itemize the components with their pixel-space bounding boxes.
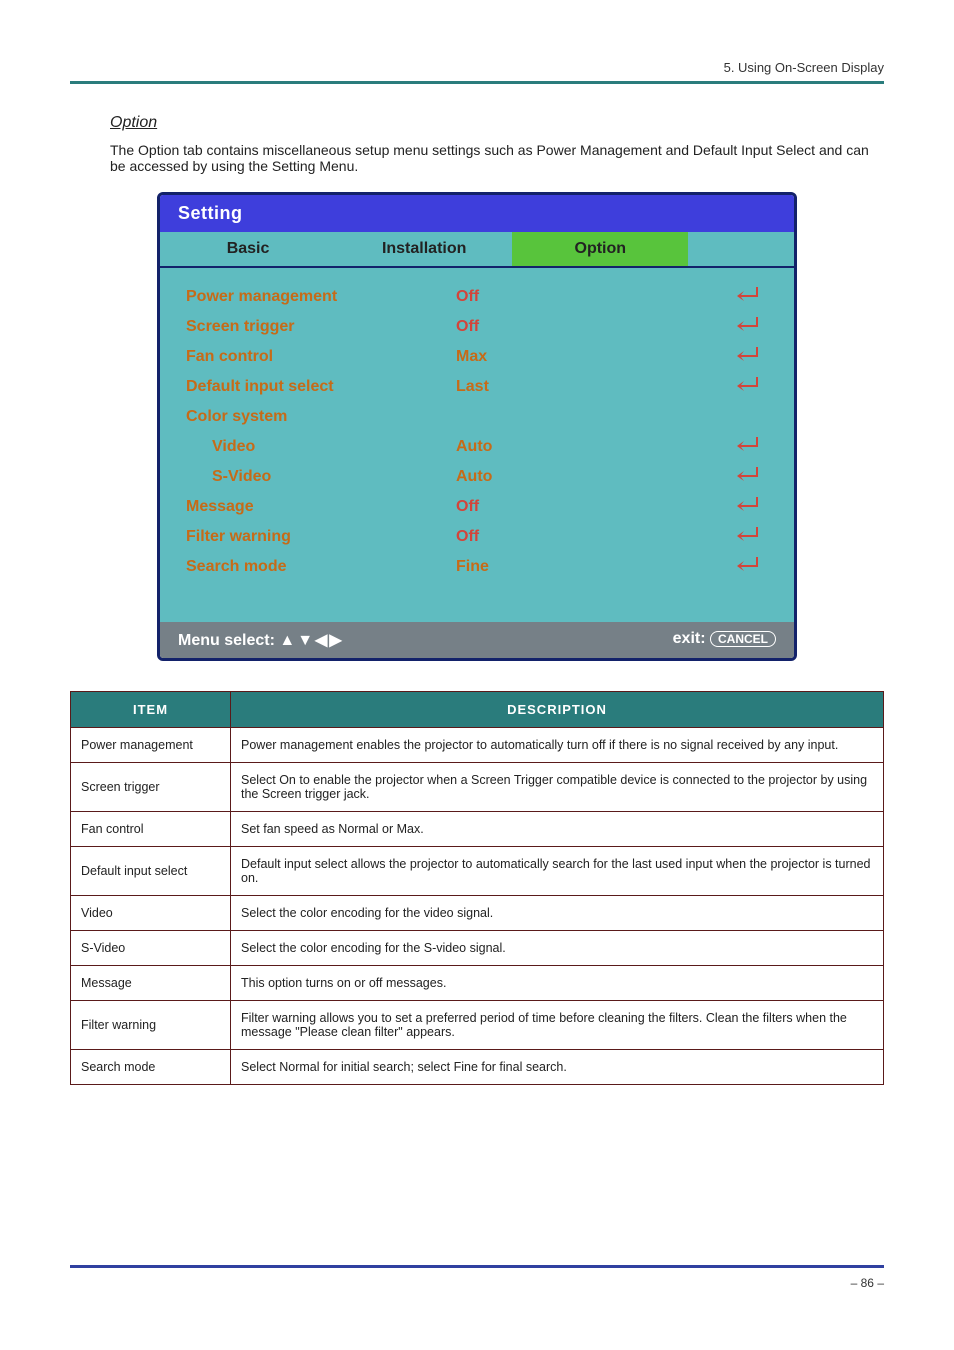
menu-item-message[interactable]: Message Off: [186, 492, 768, 522]
menu-item-svideo[interactable]: S-Video Auto: [186, 462, 768, 492]
menu-label: Message: [186, 498, 456, 516]
table-cell-item: Default input select: [71, 847, 231, 896]
enter-icon: [636, 495, 768, 519]
menu-value: Max: [456, 348, 636, 366]
enter-icon: [636, 555, 768, 579]
menu-label: Screen trigger: [186, 318, 456, 336]
osd-tabs: Basic Installation Option: [160, 232, 794, 268]
menu-value: Off: [456, 498, 636, 516]
table-cell-desc: Select On to enable the projector when a…: [231, 763, 884, 812]
menu-value: Auto: [456, 468, 636, 486]
section-title: Option: [110, 114, 884, 132]
enter-icon: [636, 345, 768, 369]
table-cell-desc: Select the color encoding for the S-vide…: [231, 931, 884, 966]
table-cell-item: S-Video: [71, 931, 231, 966]
table-cell-desc: Select the color encoding for the video …: [231, 896, 884, 931]
osd-footer-right: exit: CANCEL: [673, 630, 776, 650]
menu-label: Power management: [186, 288, 456, 306]
table-cell-item: Power management: [71, 728, 231, 763]
table-row: Filter warning Filter warning allows you…: [71, 1001, 884, 1050]
menu-label: Default input select: [186, 378, 456, 396]
table-head-desc: DESCRIPTION: [231, 692, 884, 728]
table-cell-desc: Filter warning allows you to set a prefe…: [231, 1001, 884, 1050]
page-number: – 86 –: [851, 1276, 884, 1290]
exit-label: exit:: [673, 630, 706, 647]
tab-basic[interactable]: Basic: [160, 232, 336, 266]
tab-option[interactable]: Option: [512, 232, 688, 266]
table-row: S-Video Select the color encoding for th…: [71, 931, 884, 966]
table-cell-item: Screen trigger: [71, 763, 231, 812]
osd-window-title: Setting: [160, 195, 794, 232]
enter-icon: [636, 315, 768, 339]
table-cell-item: Message: [71, 966, 231, 1001]
menu-item-default-input[interactable]: Default input select Last: [186, 372, 768, 402]
header-right-text: 5. Using On-Screen Display: [70, 60, 884, 75]
enter-icon: [636, 435, 768, 459]
table-row: Power management Power management enable…: [71, 728, 884, 763]
table-head-item: ITEM: [71, 692, 231, 728]
section-title-underlined: Option: [110, 114, 157, 131]
table-row: Video Select the color encoding for the …: [71, 896, 884, 931]
table-row: Message This option turns on or off mess…: [71, 966, 884, 1001]
description-table: ITEM DESCRIPTION Power management Power …: [70, 691, 884, 1085]
menu-label: S-Video: [186, 468, 456, 486]
menu-label: Filter warning: [186, 528, 456, 546]
menu-label: Search mode: [186, 558, 456, 576]
page-header: 5. Using On-Screen Display: [70, 60, 884, 84]
menu-item-color-system: Color system: [186, 402, 768, 432]
section-description: The Option tab contains miscellaneous se…: [110, 142, 884, 174]
menu-value: Off: [456, 288, 636, 306]
menu-item-power-management[interactable]: Power management Off: [186, 282, 768, 312]
table-cell-desc: Power management enables the projector t…: [231, 728, 884, 763]
menu-item-search-mode[interactable]: Search mode Fine: [186, 552, 768, 582]
osd-body: Power management Off Screen trigger Off …: [160, 268, 794, 622]
tab-installation[interactable]: Installation: [336, 232, 512, 266]
table-cell-desc: Set fan speed as Normal or Max.: [231, 812, 884, 847]
menu-item-screen-trigger[interactable]: Screen trigger Off: [186, 312, 768, 342]
table-row: Fan control Set fan speed as Normal or M…: [71, 812, 884, 847]
table-cell-item: Search mode: [71, 1050, 231, 1085]
footer-rule: [70, 1265, 884, 1268]
enter-icon: [636, 285, 768, 309]
page-footer: – 86 –: [70, 1265, 884, 1290]
menu-value: Off: [456, 528, 636, 546]
menu-value: Auto: [456, 438, 636, 456]
enter-icon: [636, 465, 768, 489]
menu-select-label: Menu select:: [178, 632, 275, 649]
table-cell-item: Filter warning: [71, 1001, 231, 1050]
enter-icon: [636, 375, 768, 399]
table-row: Search mode Select Normal for initial se…: [71, 1050, 884, 1085]
table-cell-desc: Select Normal for initial search; select…: [231, 1050, 884, 1085]
menu-label: Color system: [186, 408, 456, 426]
menu-value: Off: [456, 318, 636, 336]
menu-value: Fine: [456, 558, 636, 576]
osd-footer-left: Menu select: ▲▼◀▶: [178, 630, 344, 650]
osd-screenshot: Setting Basic Installation Option Power …: [157, 192, 797, 661]
table-cell-item: Fan control: [71, 812, 231, 847]
osd-footer: Menu select: ▲▼◀▶ exit: CANCEL: [160, 622, 794, 658]
table-cell-item: Video: [71, 896, 231, 931]
menu-value: Last: [456, 378, 636, 396]
menu-item-video[interactable]: Video Auto: [186, 432, 768, 462]
table-row: Screen trigger Select On to enable the p…: [71, 763, 884, 812]
tab-spacer: [688, 232, 794, 266]
table-cell-desc: This option turns on or off messages.: [231, 966, 884, 1001]
cancel-button-icon: CANCEL: [710, 631, 776, 647]
menu-item-fan-control[interactable]: Fan control Max: [186, 342, 768, 372]
menu-label: Fan control: [186, 348, 456, 366]
nav-arrows-icon: ▲▼◀▶: [279, 632, 343, 649]
menu-item-filter-warning[interactable]: Filter warning Off: [186, 522, 768, 552]
enter-icon: [636, 525, 768, 549]
table-row: Default input select Default input selec…: [71, 847, 884, 896]
menu-label: Video: [186, 438, 456, 456]
table-cell-desc: Default input select allows the projecto…: [231, 847, 884, 896]
